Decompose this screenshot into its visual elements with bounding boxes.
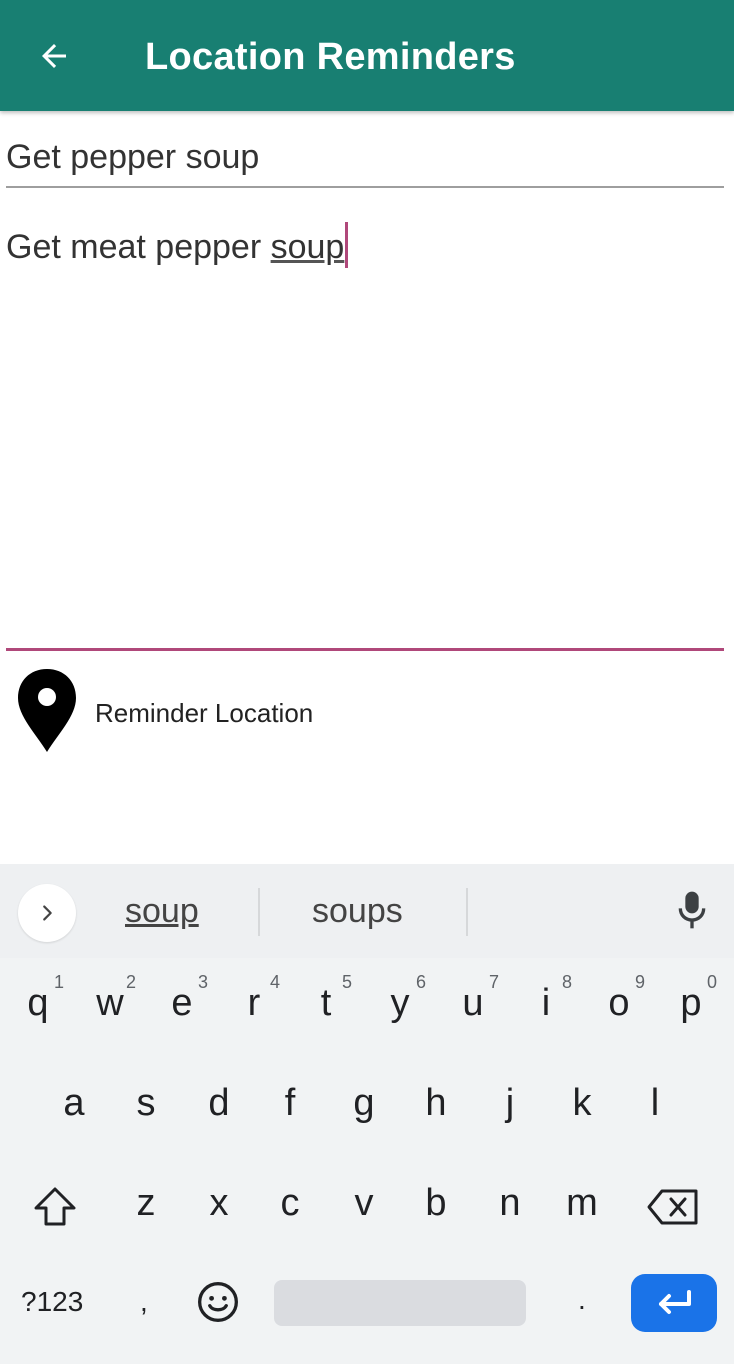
onscreen-keyboard: soup soups q1w2e3r4t5y6u7i8o9p0 asdfghjk… bbox=[0, 864, 734, 1364]
page-title: Location Reminders bbox=[145, 36, 516, 78]
key-x[interactable]: x bbox=[189, 1182, 249, 1225]
key-hint-8: 8 bbox=[562, 972, 573, 992]
text-cursor bbox=[345, 222, 349, 269]
key-hint-2: 2 bbox=[126, 972, 137, 992]
key-h[interactable]: h bbox=[406, 1082, 466, 1125]
return-icon bbox=[659, 1290, 691, 1314]
reminder-title-value: Get pepper soup bbox=[6, 138, 260, 176]
key-j[interactable]: j bbox=[480, 1082, 540, 1125]
microphone-icon[interactable] bbox=[672, 888, 712, 932]
app-bar: Location Reminders bbox=[0, 0, 734, 111]
key-z[interactable]: z bbox=[116, 1182, 176, 1225]
shift-icon[interactable] bbox=[32, 1186, 78, 1228]
key-f[interactable]: f bbox=[260, 1082, 320, 1125]
enter-key[interactable] bbox=[631, 1274, 717, 1332]
key-n[interactable]: n bbox=[480, 1182, 540, 1225]
suggestion-divider bbox=[466, 888, 468, 936]
key-hint-9: 9 bbox=[635, 972, 646, 992]
key-hint-3: 3 bbox=[198, 972, 209, 992]
keyboard-expand-button[interactable] bbox=[18, 884, 76, 942]
reminder-title-input[interactable]: Get pepper soup bbox=[6, 128, 724, 188]
reminder-description-value: Get meat pepper soup bbox=[6, 222, 349, 269]
description-text: Get meat pepper bbox=[6, 228, 271, 266]
key-hint-1: 1 bbox=[54, 972, 65, 992]
suggestion-bar: soup soups bbox=[0, 864, 734, 958]
key-a[interactable]: a bbox=[44, 1082, 104, 1125]
key-b[interactable]: b bbox=[406, 1182, 466, 1225]
symbols-key[interactable]: ?123 bbox=[21, 1286, 83, 1318]
key-g[interactable]: g bbox=[334, 1082, 394, 1125]
reminder-description-input[interactable]: Get meat pepper soup bbox=[6, 210, 724, 651]
suggestion-2[interactable]: soups bbox=[312, 892, 403, 931]
emoji-icon[interactable] bbox=[196, 1280, 240, 1324]
key-k[interactable]: k bbox=[552, 1082, 612, 1125]
key-hint-5: 5 bbox=[342, 972, 353, 992]
period-key[interactable]: . bbox=[578, 1284, 586, 1316]
space-bar[interactable] bbox=[274, 1280, 526, 1326]
key-m[interactable]: m bbox=[552, 1182, 612, 1225]
map-pin-icon bbox=[18, 669, 76, 752]
key-s[interactable]: s bbox=[116, 1082, 176, 1125]
key-c[interactable]: c bbox=[260, 1182, 320, 1225]
description-composing-word: soup bbox=[270, 228, 345, 266]
key-d[interactable]: d bbox=[189, 1082, 249, 1125]
key-hint-6: 6 bbox=[416, 972, 427, 992]
suggestion-1[interactable]: soup bbox=[125, 892, 199, 931]
reminder-location-button[interactable]: Reminder Location bbox=[14, 666, 614, 756]
back-button[interactable] bbox=[26, 28, 82, 84]
key-hint-0: 0 bbox=[707, 972, 718, 992]
key-hint-4: 4 bbox=[270, 972, 281, 992]
comma-key[interactable]: , bbox=[140, 1286, 148, 1318]
arrow-left-icon bbox=[42, 44, 66, 68]
backspace-icon[interactable] bbox=[646, 1188, 700, 1226]
chevron-right-icon bbox=[43, 905, 52, 921]
suggestion-divider bbox=[258, 888, 260, 936]
key-hint-7: 7 bbox=[489, 972, 500, 992]
key-l[interactable]: l bbox=[625, 1082, 685, 1125]
reminder-location-label: Reminder Location bbox=[95, 698, 314, 728]
key-v[interactable]: v bbox=[334, 1182, 394, 1225]
